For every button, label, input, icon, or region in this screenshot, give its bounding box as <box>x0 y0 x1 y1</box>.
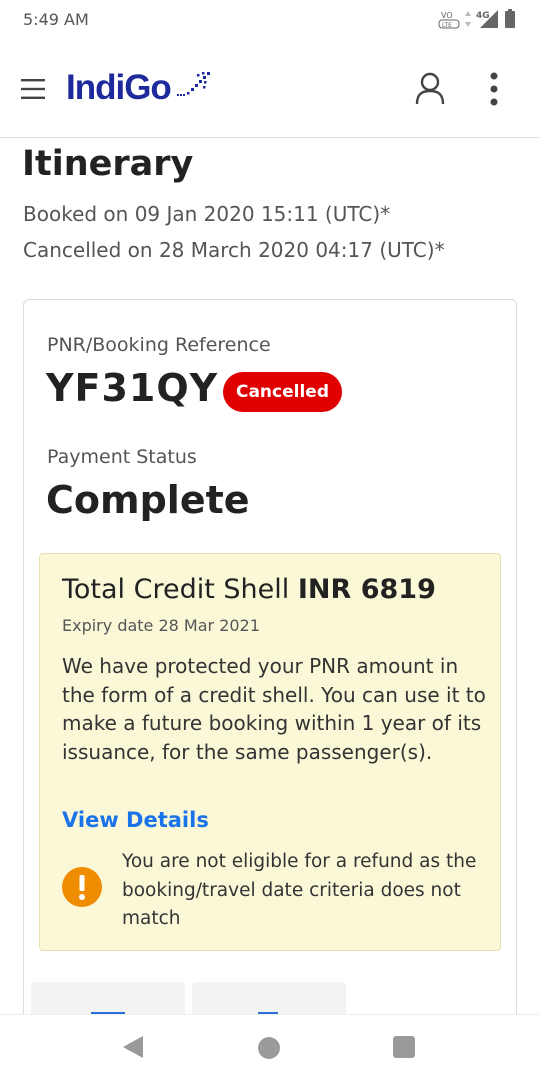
home-icon[interactable] <box>258 1037 280 1059</box>
svg-text:4G: 4G <box>476 11 490 21</box>
refund-warning-text: You are not eligible for a refund as the… <box>122 851 477 929</box>
status-badge: Cancelled <box>223 372 342 412</box>
brand-name: IndiGo <box>66 68 172 107</box>
volte-icon: VO LTE <box>438 11 460 29</box>
payment-status-label: Payment Status <box>47 446 197 468</box>
credit-shell-title: Total Credit Shell INR 6819 <box>62 574 436 605</box>
app-header: IndiGo <box>0 40 540 138</box>
pnr-value: YF31QY <box>46 366 219 410</box>
booked-on-text: Booked on 09 Jan 2020 15:11 (UTC)* <box>23 202 391 226</box>
data-arrows-icon <box>465 11 471 27</box>
payment-status-value: Complete <box>46 478 250 522</box>
plane-logo-icon <box>176 72 210 96</box>
svg-text:LTE: LTE <box>442 22 452 29</box>
credit-shell-label: Total Credit Shell <box>62 574 290 605</box>
credit-shell-amount: INR 6819 <box>297 574 436 605</box>
more-vertical-icon[interactable] <box>484 72 504 106</box>
booking-card: PNR/Booking Reference YF31QY Cancelled P… <box>23 299 517 1029</box>
status-icons: VO LTE 4G <box>438 8 516 30</box>
status-time: 5:49 AM <box>23 10 89 29</box>
credit-shell-panel: Total Credit Shell INR 6819 Expiry date … <box>39 553 501 951</box>
menu-icon[interactable] <box>20 77 46 101</box>
view-details-link[interactable]: View Details <box>62 808 209 832</box>
signal-icon: 4G <box>476 10 498 28</box>
warning-icon <box>62 867 102 907</box>
battery-icon <box>505 9 515 28</box>
page-title: Itinerary <box>22 144 194 184</box>
pnr-label: PNR/Booking Reference <box>47 334 271 356</box>
status-bar: 5:49 AM VO LTE 4G <box>0 0 540 40</box>
brand-logo[interactable]: IndiGo <box>66 68 211 108</box>
expiry-date: Expiry date 28 Mar 2021 <box>62 616 260 635</box>
recents-icon[interactable] <box>393 1036 415 1058</box>
cancelled-on-text: Cancelled on 28 March 2020 04:17 (UTC)* <box>23 238 445 262</box>
system-nav-bar <box>0 1014 540 1080</box>
svg-text:VO: VO <box>441 11 453 20</box>
credit-shell-description: We have protected your PNR amount in the… <box>62 654 486 764</box>
back-icon[interactable] <box>122 1035 144 1059</box>
profile-icon[interactable] <box>414 71 446 105</box>
